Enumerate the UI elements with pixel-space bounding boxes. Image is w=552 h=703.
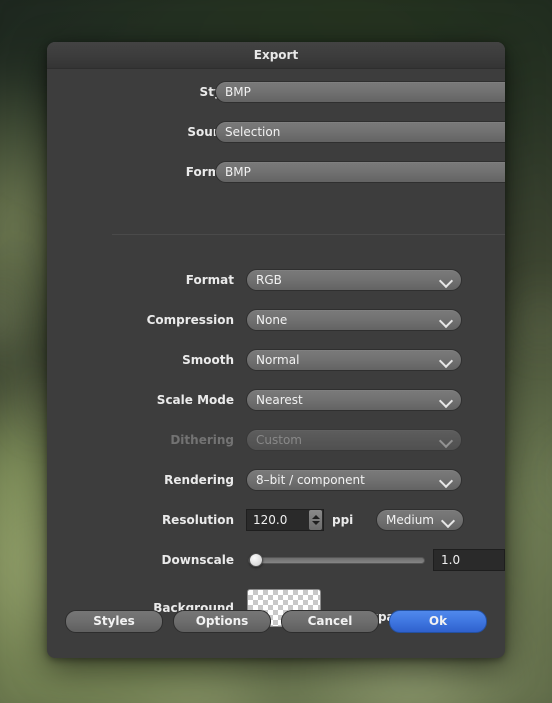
- label-resolution: Resolution: [161, 513, 234, 527]
- label-downscale: Downscale: [161, 553, 234, 567]
- row-compression: Compression None: [47, 309, 505, 331]
- row-smooth: Smooth Normal: [47, 349, 505, 371]
- dialog-title: Export: [253, 48, 299, 62]
- dialog-body: Style BMP Source Selection Format BMP Fo…: [47, 69, 505, 658]
- label-format-top: Format: [185, 165, 234, 179]
- dialog-titlebar: Export: [47, 42, 505, 69]
- chevron-down-icon: [441, 513, 455, 527]
- scale-mode-dropdown[interactable]: Nearest: [246, 389, 462, 411]
- color-format-dropdown[interactable]: RGB: [246, 269, 462, 291]
- scale-mode-dropdown-value: Nearest: [256, 393, 303, 407]
- row-downscale: Downscale 1.0: [47, 549, 505, 571]
- export-dialog: Export Style BMP Source Selection Format…: [47, 42, 505, 658]
- format-file-dropdown-value: BMP: [225, 165, 251, 179]
- downscale-value: 1.0: [441, 553, 461, 567]
- downscale-slider[interactable]: [248, 549, 425, 571]
- row-format-color: Format RGB: [47, 269, 505, 291]
- chevron-down-icon: [439, 353, 453, 367]
- row-rendering: Rendering 8–bit / component: [47, 469, 505, 491]
- downscale-slider-knob[interactable]: [249, 553, 263, 567]
- style-dropdown[interactable]: BMP: [215, 81, 505, 103]
- resolution-unit: ppi: [332, 513, 354, 527]
- dialog-footer: Styles Options Cancel Ok: [47, 598, 505, 658]
- options-button[interactable]: Options: [173, 609, 271, 633]
- ok-button[interactable]: Ok: [389, 609, 487, 633]
- dithering-dropdown: Custom: [246, 429, 462, 451]
- label-rendering: Rendering: [164, 473, 234, 487]
- label-scale-mode: Scale Mode: [156, 393, 234, 407]
- row-source: Source Selection: [47, 121, 505, 143]
- chevron-down-icon: [439, 473, 453, 487]
- smooth-dropdown-value: Normal: [256, 353, 300, 367]
- smooth-dropdown[interactable]: Normal: [246, 349, 462, 371]
- row-scale-mode: Scale Mode Nearest: [47, 389, 505, 411]
- caret-up-icon[interactable]: [311, 515, 320, 519]
- label-format-color: Format: [185, 273, 234, 287]
- cancel-button[interactable]: Cancel: [281, 609, 379, 633]
- rendering-dropdown[interactable]: 8–bit / component: [246, 469, 462, 491]
- color-format-dropdown-value: RGB: [256, 273, 282, 287]
- downscale-slider-track[interactable]: [248, 556, 425, 564]
- format-file-dropdown[interactable]: BMP: [215, 161, 505, 183]
- label-compression: Compression: [146, 313, 234, 327]
- resolution-quality-value: Medium: [386, 513, 434, 527]
- resolution-quality-dropdown[interactable]: Medium: [376, 509, 464, 531]
- label-source: Source: [187, 125, 234, 139]
- row-resolution: Resolution 120.0 ppi Medium: [47, 509, 505, 531]
- dithering-dropdown-value: Custom: [256, 433, 302, 447]
- compression-dropdown[interactable]: None: [246, 309, 462, 331]
- label-dithering: Dithering: [170, 433, 234, 447]
- row-format-top: Format BMP: [47, 161, 505, 183]
- downscale-value-field[interactable]: 1.0: [433, 549, 505, 571]
- rendering-dropdown-value: 8–bit / component: [256, 473, 365, 487]
- chevron-down-icon: [439, 433, 453, 447]
- section-divider: [112, 234, 505, 235]
- compression-dropdown-value: None: [256, 313, 288, 327]
- caret-down-icon[interactable]: [311, 521, 320, 525]
- label-smooth: Smooth: [182, 353, 234, 367]
- source-dropdown[interactable]: Selection: [215, 121, 505, 143]
- chevron-down-icon: [439, 313, 453, 327]
- resolution-stepper[interactable]: [309, 510, 322, 530]
- row-dithering: Dithering Custom: [47, 429, 505, 451]
- style-dropdown-value: BMP: [225, 85, 251, 99]
- row-style: Style BMP: [47, 81, 505, 103]
- styles-button[interactable]: Styles: [65, 609, 163, 633]
- chevron-down-icon: [439, 393, 453, 407]
- chevron-down-icon: [439, 273, 453, 287]
- source-dropdown-value: Selection: [225, 125, 281, 139]
- resolution-input[interactable]: 120.0: [246, 509, 324, 531]
- label-style: Style: [47, 85, 241, 99]
- resolution-value: 120.0: [253, 513, 288, 527]
